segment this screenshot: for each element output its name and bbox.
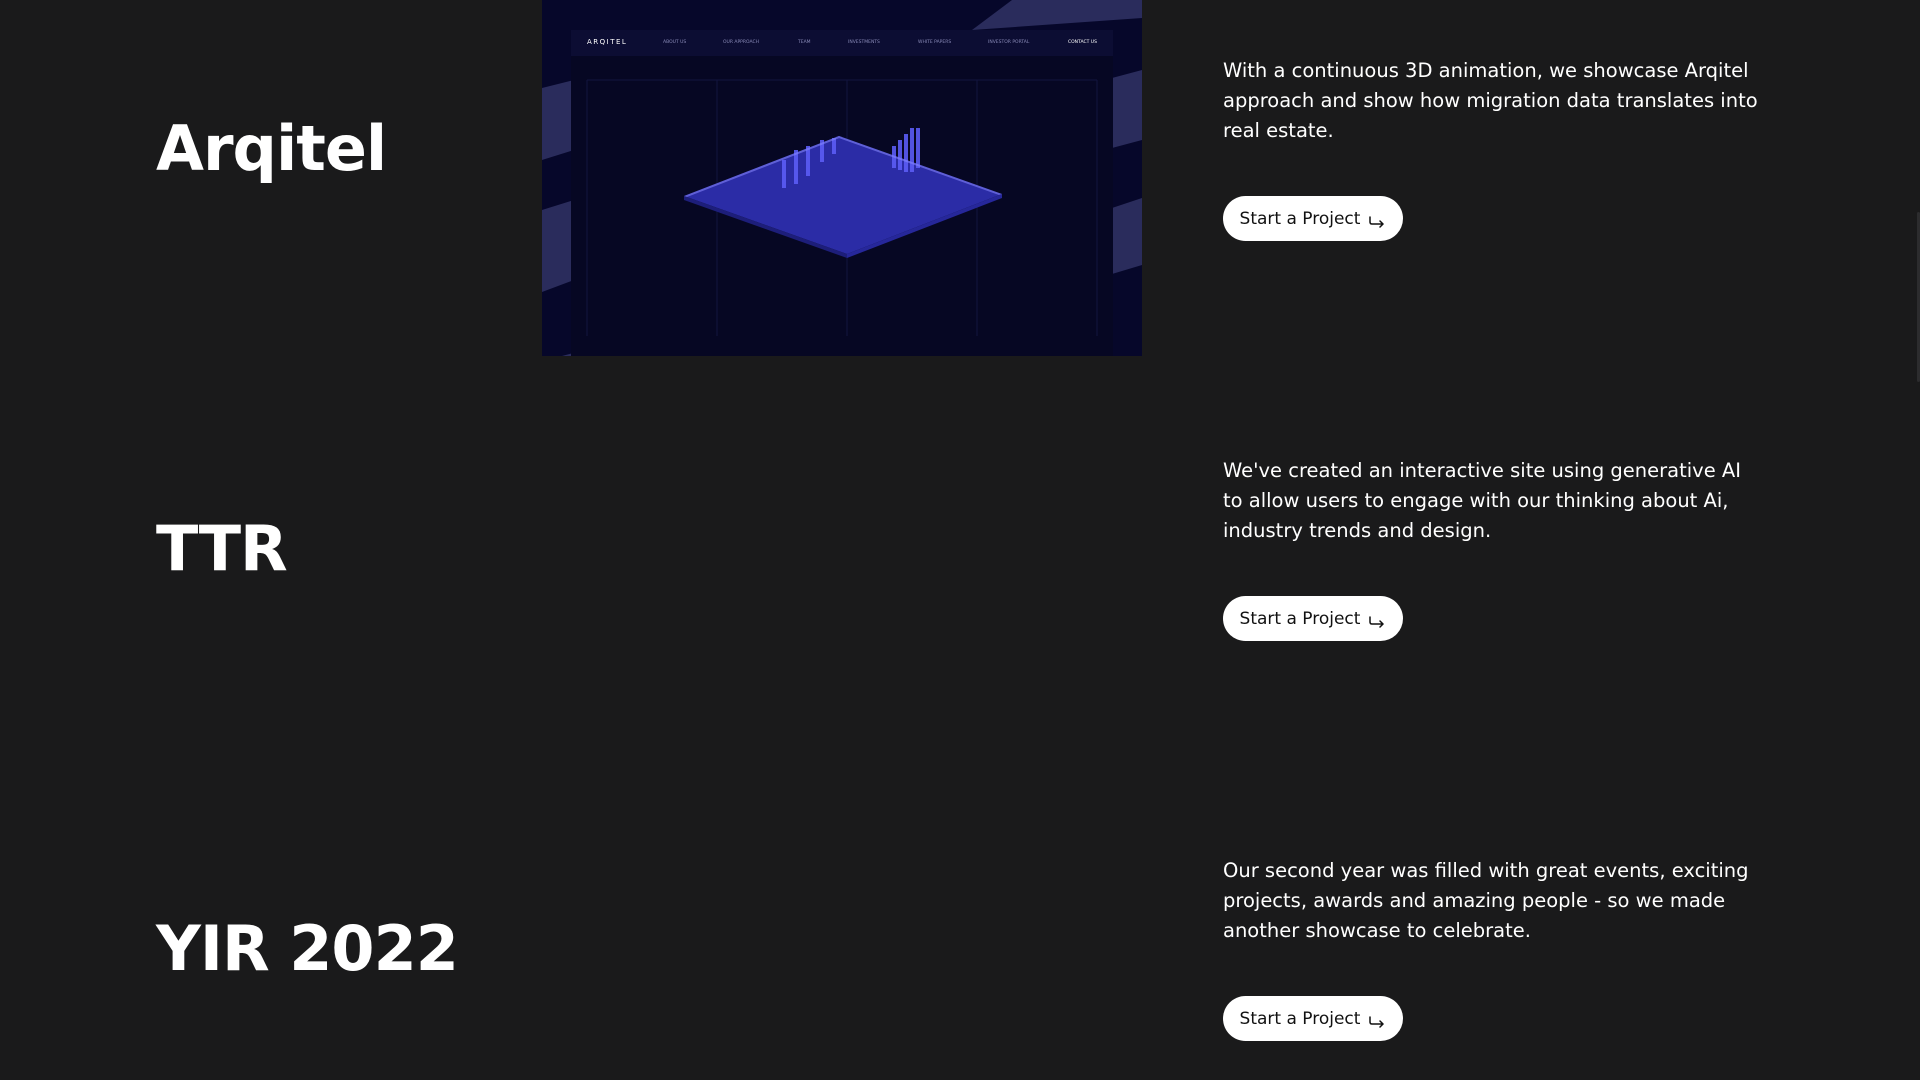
preview-illustration	[542, 0, 1142, 356]
preview-nav-approach: OUR APPROACH	[723, 40, 760, 45]
project-description-yir-2022: Our second year was filled with great ev…	[1223, 859, 1749, 942]
project-title-ttr: TTR	[156, 512, 288, 585]
cta-label: Start a Project	[1239, 1008, 1361, 1029]
arrow-hook-right-icon	[1368, 1013, 1386, 1028]
preview-logo: ARQITEL	[587, 38, 628, 46]
start-project-button-ttr[interactable]: Start a Project	[1223, 596, 1403, 641]
arrow-hook-right-icon	[1368, 613, 1386, 628]
start-project-button-arqitel[interactable]: Start a Project	[1223, 196, 1403, 241]
portfolio-page: Arqitel ARQITEL ABOUT US OUR APPROACH TE…	[0, 0, 1920, 1080]
arrow-hook-right-icon	[1368, 213, 1386, 228]
arqitel-preview-image[interactable]: ARQITEL ABOUT US OUR APPROACH TEAM INVES…	[542, 0, 1142, 356]
start-project-button-yir-2022[interactable]: Start a Project	[1223, 996, 1403, 1041]
project-description-ttr: We've created an interactive site using …	[1223, 459, 1741, 542]
preview-nav-white-papers: WHITE PAPERS	[918, 40, 952, 45]
project-title-arqitel: Arqitel	[156, 112, 387, 185]
cta-label: Start a Project	[1239, 608, 1361, 629]
project-description-arqitel: With a continuous 3D animation, we showc…	[1223, 59, 1758, 142]
project-title-yir-2022: YIR 2022	[156, 912, 459, 985]
preview-nav-contact: CONTACT US	[1068, 40, 1097, 45]
cta-label: Start a Project	[1239, 208, 1361, 229]
preview-nav-investments: INVESTMENTS	[848, 40, 880, 45]
preview-nav-team: TEAM	[798, 40, 811, 45]
preview-nav-investor-portal: INVESTOR PORTAL	[988, 40, 1030, 45]
preview-nav-about: ABOUT US	[663, 40, 687, 45]
